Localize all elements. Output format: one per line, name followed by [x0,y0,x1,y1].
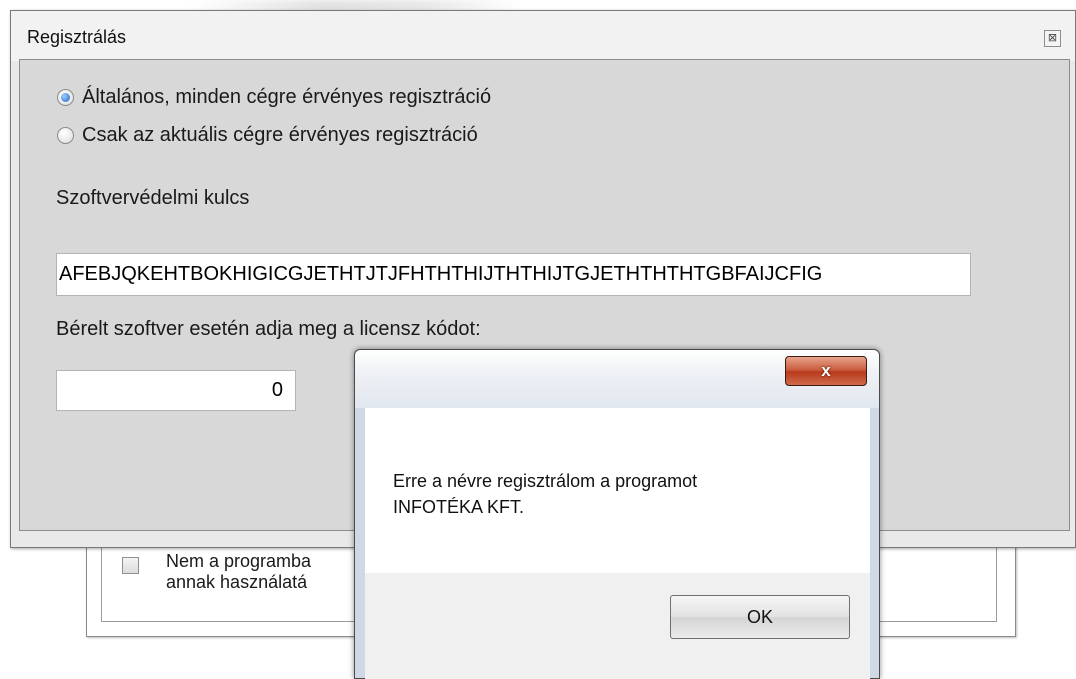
message-text: Erre a névre regisztrálom a programot IN… [393,471,698,517]
dialog-titlebar: Regisztrálás ⊠ [11,11,1075,61]
radio-current[interactable] [57,127,74,144]
radio-general-option[interactable]: Általános, minden cégre érvényes regiszt… [57,86,491,109]
radio-general-label: Általános, minden cégre érvényes regiszt… [82,86,492,108]
close-icon[interactable]: ⊠ [1044,30,1061,47]
key-field[interactable]: AFEBJQKEHTBOKHIGICGJETHTJTJFHTHTHIJTHTHI… [56,253,971,296]
close-icon[interactable]: x [785,356,867,386]
dialog-title: Regisztrálás [27,27,127,47]
ok-button[interactable]: OK [670,595,850,639]
message-box-content: Erre a névre regisztrálom a programot IN… [365,408,870,573]
screen: Nem a programba annak használatá Regiszt… [0,0,1076,679]
message-box-footer: OK [365,573,870,679]
radio-current-option[interactable]: Csak az aktuális cégre érvényes regisztr… [57,124,478,147]
background-checkbox[interactable] [122,557,139,574]
key-label: Szoftvervédelmi kulcs [56,187,250,209]
message-box: x Erre a névre regisztrálom a programot … [354,349,880,679]
radio-current-label: Csak az aktuális cégre érvényes regisztr… [82,124,478,146]
radio-general[interactable] [57,89,74,106]
license-field[interactable]: 0 [56,370,296,411]
license-label: Bérelt szoftver esetén adja meg a licens… [56,318,481,340]
message-box-titlebar: x [355,350,879,408]
